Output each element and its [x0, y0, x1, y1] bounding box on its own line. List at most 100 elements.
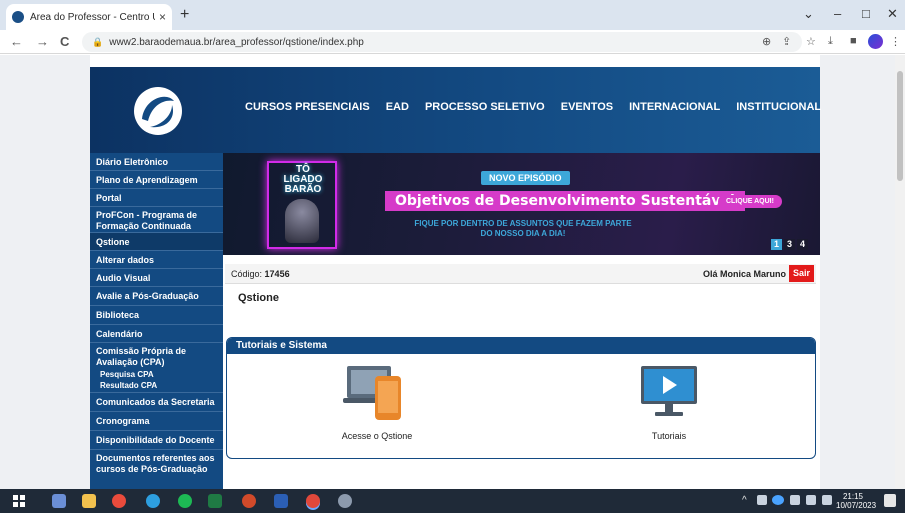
nav-internacional[interactable]: INTERNACIONAL — [629, 101, 720, 113]
sidebar-item-profcon[interactable]: ProFCon - Programa de Formação Continuad… — [90, 207, 223, 233]
panel-title: Tutoriais e Sistema — [227, 338, 815, 354]
sidebar-item-portal[interactable]: Portal — [90, 189, 223, 207]
bookmark-star-icon[interactable]: ☆ — [806, 35, 816, 48]
banner-pager: 1 3 4 — [771, 239, 809, 250]
taskbar-clock[interactable]: 21:15 10/07/2023 — [836, 492, 877, 510]
page-scrollbar[interactable] — [895, 55, 905, 489]
promo-banner[interactable]: TÔ LIGADO BARÃO NOVO EPISÓDIO Objetivos … — [223, 153, 820, 255]
sidebar-item-resultado-cpa[interactable]: Resultado CPA — [90, 380, 223, 393]
video-play-icon — [641, 366, 697, 416]
sidebar-item-avalie-pos[interactable]: Avalie a Pós-Graduação — [90, 287, 223, 306]
nav-ead[interactable]: EAD — [386, 101, 409, 113]
tab-title: Área do Professor - Centro Unive — [30, 11, 155, 23]
minimize-button[interactable]: – — [834, 6, 841, 21]
tutorials-panel: Tutoriais e Sistema Acesse o Qstione Tut… — [226, 337, 816, 459]
page-title: Qstione — [238, 292, 279, 304]
sidebar-item-diario-eletronico[interactable]: Diário Eletrônico — [90, 153, 223, 171]
sidebar-item-calendario[interactable]: Calendário — [90, 325, 223, 343]
tray-overflow-icon[interactable]: ^ — [742, 495, 747, 506]
access-qstione-label: Acesse o Qstione — [341, 431, 413, 441]
excel-icon[interactable] — [208, 494, 222, 508]
tray-app-icon[interactable] — [757, 495, 767, 505]
maximize-button[interactable]: □ — [862, 6, 870, 21]
sidebar-item-biblioteca[interactable]: Biblioteca — [90, 306, 223, 325]
codigo-display: Código: 17456 — [231, 269, 290, 279]
microphone-icon — [285, 199, 319, 243]
scrollbar-thumb[interactable] — [897, 71, 903, 181]
sidebar-item-cpa[interactable]: Comissão Própria de Avaliação (CPA) — [90, 343, 223, 369]
tab-search-icon[interactable]: ⌄ — [803, 6, 814, 22]
spotify-icon[interactable] — [178, 494, 192, 508]
sidebar-item-audio-visual[interactable]: Audio Visual — [90, 269, 223, 287]
banner-page-3[interactable]: 3 — [784, 239, 796, 250]
user-greeting: Olá Monica Maruno — [702, 269, 786, 279]
clock-date: 10/07/2023 — [836, 501, 877, 510]
lock-icon: 🔒 — [92, 36, 104, 47]
download-icon[interactable]: ⤓ — [828, 35, 833, 48]
banner-subline: FIQUE POR DENTRO DE ASSUNTOS QUE FAZEM P… — [414, 219, 632, 238]
user-info-bar: Código: 17456 Olá Monica Maruno Sair — [225, 264, 816, 284]
back-button[interactable]: ← — [10, 34, 23, 49]
opera-icon[interactable] — [112, 494, 126, 508]
network-icon[interactable] — [790, 495, 800, 505]
nav-processo-seletivo[interactable]: PROCESSO SELETIVO — [425, 101, 545, 113]
banner-cta-button[interactable]: CLIQUE AQUI! — [718, 195, 782, 208]
sidebar-item-comunicados[interactable]: Comunicados da Secretaria — [90, 393, 223, 412]
forward-button[interactable]: → — [36, 34, 49, 49]
site-favicon-icon — [12, 11, 24, 23]
zoom-icon[interactable]: ⊕ — [762, 35, 771, 48]
close-window-button[interactable]: ✕ — [887, 6, 898, 22]
nav-eventos[interactable]: EVENTOS — [561, 101, 613, 113]
nav-cursos-presenciais[interactable]: CURSOS PRESENCIAIS — [245, 101, 370, 113]
side-panel-icon[interactable]: ■ — [850, 35, 857, 47]
banner-headline: Objetivos de Desenvolvimento Sustentável — [385, 191, 745, 211]
os-taskbar: ^ 21:15 10/07/2023 — [0, 489, 905, 513]
teams-icon[interactable] — [52, 494, 66, 508]
access-qstione-tile[interactable]: Acesse o Qstione — [297, 360, 457, 441]
banner-page-1[interactable]: 1 — [771, 239, 783, 250]
sidebar-item-documentos-pos[interactable]: Documentos referentes aos cursos de Pós-… — [90, 450, 223, 476]
chrome-icon[interactable] — [306, 494, 320, 508]
sidebar-item-pesquisa-cpa[interactable]: Pesquisa CPA — [90, 369, 223, 380]
sidebar-item-alterar-dados[interactable]: Alterar dados — [90, 251, 223, 269]
codigo-value: 17456 — [264, 269, 290, 279]
sidebar-item-qstione[interactable]: Qstione — [90, 233, 223, 251]
sidebar-menu: Diário Eletrônico Plano de Aprendizagem … — [90, 153, 223, 489]
page-viewport: CURSOS PRESENCIAIS EAD PROCESSO SELETIVO… — [0, 55, 905, 489]
address-bar[interactable]: 🔒 www2.baraodemaua.br/area_professor/qst… — [82, 32, 802, 52]
reload-button[interactable]: C — [60, 34, 69, 49]
browser-tab[interactable]: Área do Professor - Centro Unive × — [6, 4, 172, 30]
browser-menu-icon[interactable]: ⋮ — [890, 35, 901, 48]
barao-logo-icon[interactable] — [128, 81, 188, 141]
volume-icon[interactable] — [822, 495, 832, 505]
tab-close-icon[interactable]: × — [159, 10, 166, 24]
codigo-label: Código: — [231, 269, 263, 279]
tutorials-label: Tutoriais — [651, 431, 687, 441]
sidebar-item-disponibilidade[interactable]: Disponibilidade do Docente — [90, 431, 223, 450]
browser-tabbar: Área do Professor - Centro Unive × + ⌄ –… — [0, 0, 905, 30]
notifications-icon[interactable] — [884, 494, 896, 507]
sidebar-item-plano-aprendizagem[interactable]: Plano de Aprendizagem — [90, 171, 223, 189]
windows-start-icon[interactable] — [12, 494, 26, 508]
monitor-icon[interactable] — [806, 495, 816, 505]
tutorials-tile[interactable]: Tutoriais — [589, 360, 749, 441]
share-icon[interactable]: ⇪ — [782, 35, 791, 48]
new-tab-button[interactable]: + — [180, 6, 189, 24]
show-title: TÔ LIGADO BARÃO — [283, 164, 323, 195]
profile-avatar[interactable] — [868, 34, 883, 49]
onedrive-icon[interactable] — [772, 495, 784, 505]
nav-institucional[interactable]: INSTITUCIONAL — [736, 101, 821, 113]
browser-toolbar: ← → C 🔒 www2.baraodemaua.br/area_profess… — [0, 30, 905, 54]
site-header: CURSOS PRESENCIAIS EAD PROCESSO SELETIVO… — [90, 67, 821, 153]
edge-icon[interactable] — [146, 494, 160, 508]
settings-gear-icon[interactable] — [338, 494, 352, 508]
laptop-phone-icon — [343, 366, 401, 420]
powerpoint-icon[interactable] — [242, 494, 256, 508]
file-explorer-icon[interactable] — [82, 494, 96, 508]
sidebar-item-cronograma[interactable]: Cronograma — [90, 412, 223, 431]
logout-button[interactable]: Sair — [788, 265, 814, 282]
word-icon[interactable] — [274, 494, 288, 508]
address-url[interactable]: www2.baraodemaua.br/area_professor/qstio… — [109, 37, 364, 48]
site-container: CURSOS PRESENCIAIS EAD PROCESSO SELETIVO… — [90, 55, 821, 489]
banner-page-4[interactable]: 4 — [797, 239, 809, 250]
